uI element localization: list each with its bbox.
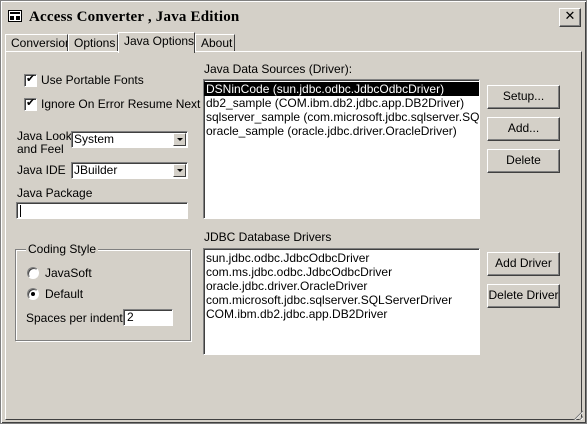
close-icon: ✕	[564, 9, 576, 24]
data-sources-label: Java Data Sources (Driver):	[204, 62, 353, 76]
default-label: Default	[45, 287, 84, 301]
chevron-down-icon[interactable]	[173, 164, 186, 177]
jdbc-drivers-label: JDBC Database Drivers	[204, 230, 332, 244]
javasoft-radio[interactable]	[27, 267, 39, 279]
java-ide-value: JBuilder	[74, 163, 118, 177]
look-and-feel-label: Java Look and Feel	[17, 129, 72, 156]
look-and-feel-combo[interactable]: System	[71, 131, 188, 148]
javasoft-label: JavaSoft	[45, 266, 92, 280]
data-sources-list[interactable]: DSNinCode (sun.jdbc.odbc.JdbcOdbcDriver)…	[203, 79, 480, 219]
coding-style-group	[15, 249, 191, 341]
close-button[interactable]: ✕	[559, 8, 581, 27]
list-item[interactable]: oracle_sample (oracle.jdbc.driver.Oracle…	[204, 124, 479, 138]
tab-options[interactable]: Options	[68, 34, 118, 52]
tab-conversion[interactable]: Conversion	[5, 34, 72, 52]
tab-about[interactable]: About	[195, 34, 235, 52]
delete-driver-button[interactable]: Delete Driver	[487, 284, 560, 308]
spaces-per-indent-input[interactable]: 2	[123, 309, 173, 326]
add-data-source-button[interactable]: Add...	[487, 117, 560, 141]
ignore-on-error-label: Ignore On Error Resume Next	[41, 97, 201, 111]
list-item[interactable]: DSNinCode (sun.jdbc.odbc.JdbcOdbcDriver)	[204, 82, 479, 96]
java-ide-label: Java IDE	[17, 163, 66, 177]
list-item[interactable]: oracle.jdbc.driver.OracleDriver	[204, 279, 479, 293]
look-and-feel-value: System	[74, 132, 115, 146]
text-caret	[20, 205, 21, 217]
delete-data-source-button[interactable]: Delete	[487, 149, 560, 173]
tab-java-options[interactable]: Java Options	[118, 32, 195, 53]
spaces-per-indent-label: Spaces per indent:	[26, 311, 127, 325]
spaces-per-indent-value: 2	[127, 310, 134, 324]
java-options-panel: Use Portable Fonts Ignore On Error Resum…	[5, 51, 582, 420]
chevron-down-icon[interactable]	[173, 133, 186, 146]
java-package-label: Java Package	[17, 186, 93, 200]
java-package-input[interactable]	[16, 202, 188, 219]
list-item[interactable]: sqlserver_sample (com.microsoft.jdbc.sql…	[204, 110, 479, 124]
use-portable-fonts-label: Use Portable Fonts	[41, 73, 144, 87]
default-radio[interactable]	[27, 288, 39, 300]
coding-style-title: Coding Style	[26, 242, 99, 256]
list-item[interactable]: com.ms.jdbc.odbc.JdbcOdbcDriver	[204, 265, 479, 279]
list-item[interactable]: db2_sample (COM.ibm.db2.jdbc.app.DB2Driv…	[204, 96, 479, 110]
use-portable-fonts-checkbox[interactable]	[24, 72, 37, 87]
list-item[interactable]: sun.jdbc.odbc.JdbcOdbcDriver	[204, 251, 479, 265]
resize-grip-icon[interactable]	[571, 408, 583, 420]
add-driver-button[interactable]: Add Driver	[487, 252, 560, 276]
ignore-on-error-checkbox[interactable]	[24, 96, 37, 111]
title-bar[interactable]: Access Converter , Java Edition ✕	[4, 4, 585, 30]
window-title: Access Converter , Java Edition	[29, 9, 240, 25]
list-item[interactable]: COM.ibm.db2.jdbc.app.DB2Driver	[204, 307, 479, 321]
app-window: Access Converter , Java Edition ✕ Conver…	[0, 0, 587, 424]
jdbc-drivers-list[interactable]: sun.jdbc.odbc.JdbcOdbcDriver com.ms.jdbc…	[203, 248, 480, 355]
list-item[interactable]: com.microsoft.jdbc.sqlserver.SQLServerDr…	[204, 293, 479, 307]
java-ide-combo[interactable]: JBuilder	[71, 162, 188, 179]
app-form-icon	[8, 10, 22, 22]
setup-button[interactable]: Setup...	[487, 85, 560, 109]
